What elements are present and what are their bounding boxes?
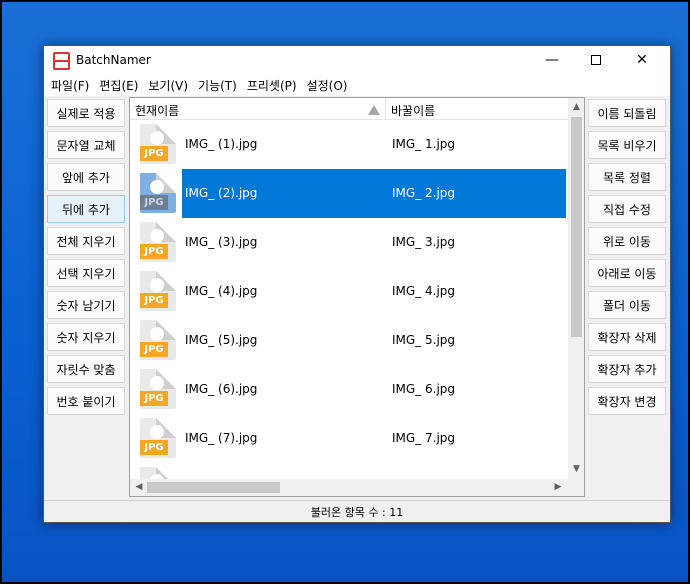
close-button[interactable]: ✕ bbox=[620, 46, 664, 74]
new-filename: IMG_ 2.jpg bbox=[392, 186, 456, 200]
current-filename: IMG_ (2).jpg bbox=[185, 186, 258, 200]
move-folder-button[interactable]: 폴더 이동 bbox=[588, 291, 666, 319]
list-item[interactable]: JPG IMG_ (7).jpg IMG_ 7.jpg bbox=[130, 414, 568, 463]
new-filename: IMG_ 6.jpg bbox=[392, 382, 456, 396]
scroll-up-icon[interactable]: ▲ bbox=[571, 101, 582, 113]
scroll-left-icon[interactable]: ◀ bbox=[133, 481, 145, 493]
menu-edit[interactable]: 편집(E) bbox=[98, 77, 144, 94]
minimize-button[interactable]: — bbox=[530, 46, 574, 74]
jpg-file-icon: JPG bbox=[140, 124, 176, 164]
window-title: BatchNamer bbox=[76, 53, 151, 67]
right-action-panel: 이름 되돌림 목록 비우기 목록 정렬 직접 수정 위로 이동 아래로 이동 폴… bbox=[588, 99, 668, 419]
add-extension-button[interactable]: 확장자 추가 bbox=[588, 355, 666, 383]
change-extension-button[interactable]: 확장자 변경 bbox=[588, 387, 666, 415]
menu-settings[interactable]: 설정(O) bbox=[306, 77, 354, 94]
sort-list-button[interactable]: 목록 정렬 bbox=[588, 163, 666, 191]
pad-digits-button[interactable]: 자릿수 맞춤 bbox=[47, 355, 125, 383]
scroll-right-icon[interactable]: ▶ bbox=[552, 481, 564, 493]
list-item[interactable]: JPG IMG_ (6).jpg IMG_ 6.jpg bbox=[130, 365, 568, 414]
move-down-button[interactable]: 아래로 이동 bbox=[588, 259, 666, 287]
list-item[interactable]: JPG IMG_ (4).jpg IMG_ 4.jpg bbox=[130, 267, 568, 316]
title-bar: BatchNamer — ✕ bbox=[44, 46, 670, 74]
new-filename: IMG_ 3.jpg bbox=[392, 235, 456, 249]
status-bar: 불러온 항목 수 : 11 bbox=[44, 500, 670, 522]
remove-digits-button[interactable]: 숫자 지우기 bbox=[47, 323, 125, 351]
sort-ascending-icon bbox=[368, 105, 380, 115]
clear-all-button[interactable]: 전체 지우기 bbox=[47, 227, 125, 255]
new-filename: IMG_ 4.jpg bbox=[392, 284, 456, 298]
vertical-scrollbar[interactable]: ▲ ▼ bbox=[568, 98, 584, 479]
clear-selected-button[interactable]: 선택 지우기 bbox=[47, 259, 125, 287]
revert-names-button[interactable]: 이름 되돌림 bbox=[588, 99, 666, 127]
append-button[interactable]: 뒤에 추가 bbox=[47, 195, 125, 223]
list-item[interactable]: JPG IMG_ (3).jpg IMG_ 3.jpg bbox=[130, 218, 568, 267]
new-filename: IMG_ 7.jpg bbox=[392, 431, 456, 445]
jpg-file-icon: JPG bbox=[140, 173, 176, 213]
list-rows: JPG IMG_ (1).jpg IMG_ 1.jpg JPG IMG_ (2)… bbox=[130, 120, 568, 496]
edit-directly-button[interactable]: 직접 수정 bbox=[588, 195, 666, 223]
horizontal-scrollbar[interactable]: ◀ ▶ bbox=[130, 479, 568, 496]
file-list[interactable]: 현재이름 바꿀이름 JPG IMG_ (1).jpg IMG_ 1.jpg JP… bbox=[129, 97, 585, 497]
jpg-file-icon: JPG bbox=[140, 418, 176, 458]
column-new-name[interactable]: 바꿀이름 bbox=[391, 102, 435, 119]
jpg-file-icon: JPG bbox=[140, 320, 176, 360]
list-item[interactable]: JPG IMG_ (5).jpg IMG_ 5.jpg bbox=[130, 316, 568, 365]
list-item[interactable]: JPG IMG_ (1).jpg IMG_ 1.jpg bbox=[130, 120, 568, 169]
menu-tools[interactable]: 기능(T) bbox=[197, 77, 243, 94]
jpg-file-icon: JPG bbox=[140, 369, 176, 409]
horizontal-scroll-thumb[interactable] bbox=[147, 482, 280, 493]
current-filename: IMG_ (3).jpg bbox=[185, 235, 258, 249]
menu-file[interactable]: 파일(F) bbox=[50, 77, 95, 94]
new-filename: IMG_ 5.jpg bbox=[392, 333, 456, 347]
column-divider[interactable] bbox=[385, 98, 386, 120]
scrollbar-corner bbox=[568, 479, 584, 496]
new-filename: IMG_ 1.jpg bbox=[392, 137, 456, 151]
numbering-button[interactable]: 번호 붙이기 bbox=[47, 387, 125, 415]
list-item-selected[interactable]: JPG IMG_ (2).jpg IMG_ 2.jpg bbox=[130, 169, 568, 218]
list-header: 현재이름 바꿀이름 bbox=[130, 98, 584, 120]
current-filename: IMG_ (1).jpg bbox=[185, 137, 258, 151]
prepend-button[interactable]: 앞에 추가 bbox=[47, 163, 125, 191]
replace-string-button[interactable]: 문자열 교체 bbox=[47, 131, 125, 159]
clear-list-button[interactable]: 목록 비우기 bbox=[588, 131, 666, 159]
app-icon bbox=[52, 52, 70, 70]
batchnamer-window: BatchNamer — ✕ 파일(F) 편집(E) 보기(V) 기능(T) 프… bbox=[43, 45, 671, 523]
remove-extension-button[interactable]: 확장자 삭제 bbox=[588, 323, 666, 351]
keep-digits-button[interactable]: 숫자 남기기 bbox=[47, 291, 125, 319]
left-action-panel: 실제로 적용 문자열 교체 앞에 추가 뒤에 추가 전체 지우기 선택 지우기 … bbox=[47, 99, 127, 419]
move-up-button[interactable]: 위로 이동 bbox=[588, 227, 666, 255]
current-filename: IMG_ (6).jpg bbox=[185, 382, 258, 396]
jpg-file-icon: JPG bbox=[140, 222, 176, 262]
column-current-name[interactable]: 현재이름 bbox=[135, 102, 179, 119]
vertical-scroll-thumb[interactable] bbox=[571, 117, 582, 337]
menu-bar: 파일(F) 편집(E) 보기(V) 기능(T) 프리셋(P) 설정(O) bbox=[44, 74, 670, 96]
apply-button[interactable]: 실제로 적용 bbox=[47, 99, 125, 127]
maximize-icon bbox=[591, 55, 601, 65]
menu-preset[interactable]: 프리셋(P) bbox=[246, 77, 303, 94]
scroll-down-icon[interactable]: ▼ bbox=[571, 463, 582, 475]
current-filename: IMG_ (7).jpg bbox=[185, 431, 258, 445]
current-filename: IMG_ (4).jpg bbox=[185, 284, 258, 298]
menu-view[interactable]: 보기(V) bbox=[147, 77, 194, 94]
jpg-file-icon: JPG bbox=[140, 271, 176, 311]
maximize-button[interactable] bbox=[574, 46, 618, 74]
current-filename: IMG_ (5).jpg bbox=[185, 333, 258, 347]
